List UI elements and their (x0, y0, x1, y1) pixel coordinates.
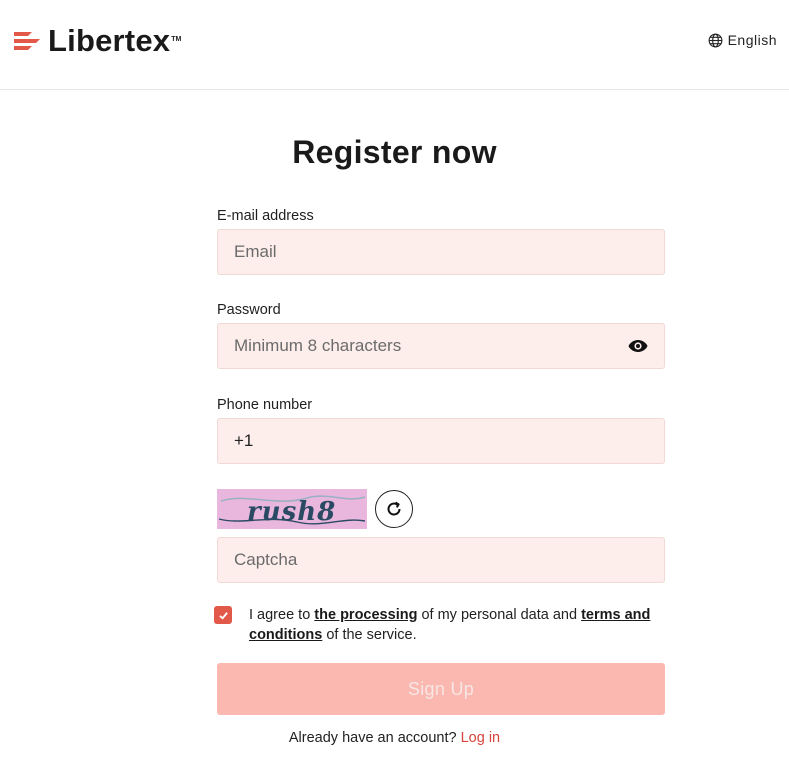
password-field[interactable] (234, 336, 628, 356)
consent-checkbox[interactable] (214, 606, 232, 624)
eye-icon[interactable] (628, 339, 648, 353)
libertex-logo[interactable]: Libertex TM (14, 25, 181, 57)
language-selector[interactable]: English (708, 32, 777, 48)
logo-mark-icon (14, 32, 40, 50)
captcha-field-wrapper (217, 537, 665, 583)
refresh-captcha-button[interactable] (375, 490, 413, 528)
consent-text-3: of the service. (322, 627, 417, 643)
captcha-graphic: rush8 (217, 489, 367, 529)
language-label: English (727, 32, 777, 48)
consent-text: I agree to the processing of my personal… (249, 605, 669, 645)
logo-trademark: TM (171, 35, 182, 43)
consent-text-1: I agree to (249, 607, 315, 623)
email-field-wrapper (217, 229, 665, 275)
captcha-text: rush8 (247, 497, 336, 527)
top-bar: Libertex TM English (0, 0, 789, 90)
globe-icon (708, 33, 723, 47)
logo-text: Libertex (48, 23, 171, 58)
captcha-image: rush8 (217, 489, 367, 529)
processing-link[interactable]: the processing (314, 607, 417, 623)
phone-field-wrapper (217, 418, 665, 464)
password-label: Password (217, 302, 281, 318)
consent-text-2: of my personal data and (417, 607, 582, 623)
password-field-wrapper (217, 323, 665, 369)
refresh-icon (387, 501, 401, 516)
phone-label: Phone number (217, 397, 313, 413)
checkmark-icon (218, 611, 228, 620)
log-in-link[interactable]: Log in (461, 730, 501, 746)
phone-field[interactable] (234, 431, 648, 451)
page-title: Register now (292, 134, 497, 170)
sign-up-button[interactable]: Sign Up (217, 663, 665, 715)
login-prompt-text: Already have an account? (288, 730, 457, 746)
email-field[interactable] (234, 242, 648, 262)
email-label: E-mail address (217, 208, 314, 224)
captcha-field[interactable] (234, 550, 648, 570)
login-prompt: Already have an account? Log in (0, 730, 789, 746)
